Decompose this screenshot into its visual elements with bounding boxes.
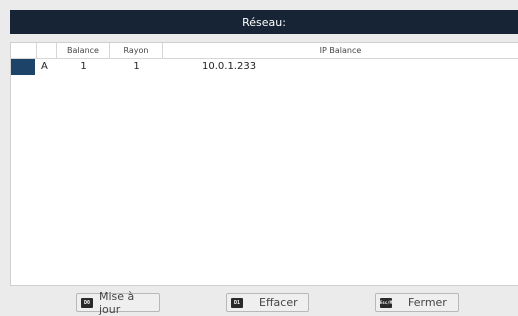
header-ip-balance[interactable]: IP Balance bbox=[163, 43, 518, 58]
window-title: Réseau: bbox=[242, 15, 286, 29]
esc-key-icon: Esc/M bbox=[380, 297, 392, 308]
table-row[interactable]: A 1 1 10.0.1.233 bbox=[11, 59, 518, 75]
d1-key-icon: D1 bbox=[231, 297, 243, 308]
row-balance-cell[interactable]: 1 bbox=[57, 59, 110, 75]
row-id-cell[interactable]: A bbox=[41, 59, 57, 75]
row-rayon-cell[interactable]: 1 bbox=[110, 59, 163, 75]
d0-key-icon: D0 bbox=[81, 297, 93, 308]
header-marker-col bbox=[11, 43, 37, 58]
row-selection-marker[interactable] bbox=[11, 59, 35, 75]
update-button[interactable]: D0 Mise à jour bbox=[76, 290, 160, 316]
close-button-label: Fermer bbox=[408, 296, 447, 309]
header-balance[interactable]: Balance bbox=[57, 43, 110, 58]
header-rayon[interactable]: Rayon bbox=[110, 43, 163, 58]
network-table: Balance Rayon IP Balance A 1 1 10.0.1.23… bbox=[10, 42, 518, 286]
table-header: Balance Rayon IP Balance bbox=[11, 43, 518, 59]
clear-button[interactable]: D1 Effacer bbox=[226, 293, 309, 312]
clear-button-label: Effacer bbox=[259, 296, 298, 309]
window-title-bar: Réseau: bbox=[10, 10, 518, 34]
close-button[interactable]: Esc/M Fermer bbox=[375, 293, 459, 312]
row-ip-cell[interactable]: 10.0.1.233 bbox=[202, 59, 352, 75]
header-id-col bbox=[37, 43, 57, 58]
